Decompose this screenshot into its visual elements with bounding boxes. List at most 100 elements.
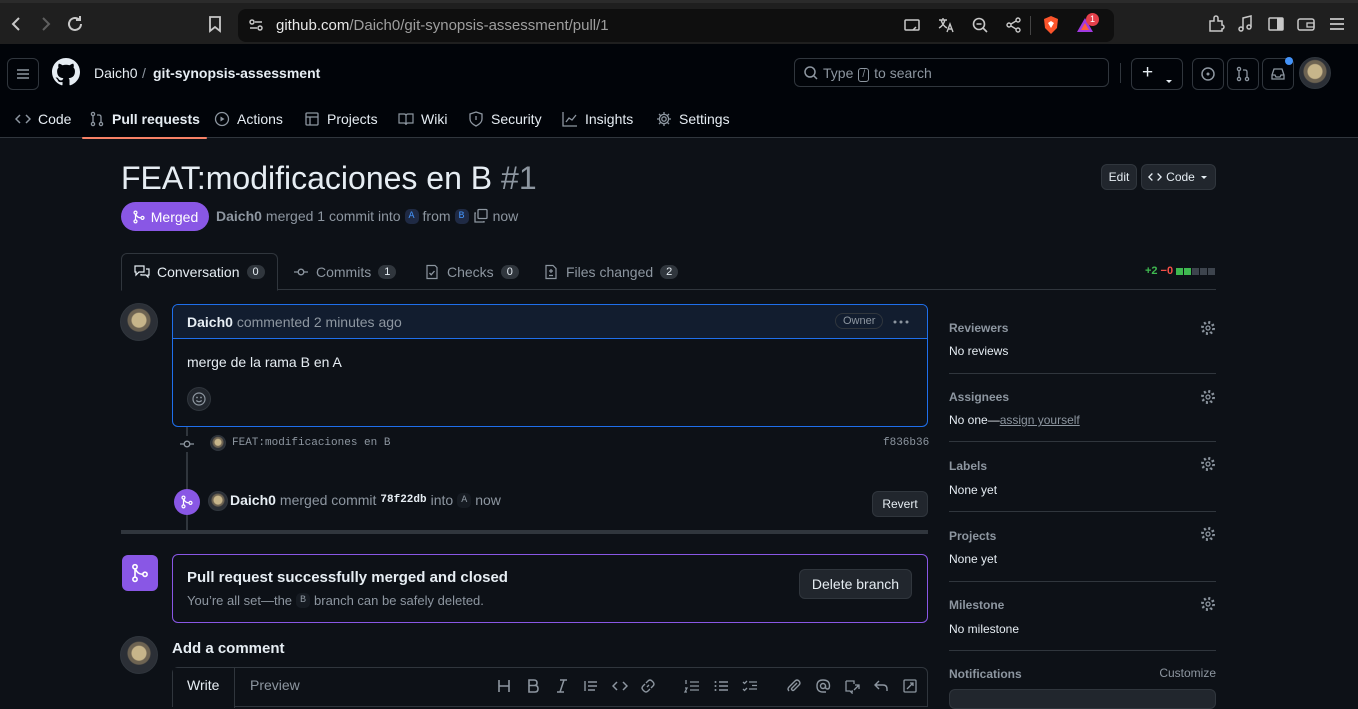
code-icon <box>1148 170 1163 184</box>
translate-icon[interactable] <box>936 15 958 37</box>
sidebar-milestone-title[interactable]: Milestone <box>949 598 1004 612</box>
tab-settings[interactable]: Settings <box>656 102 730 136</box>
edit-button[interactable]: Edit <box>1101 164 1137 190</box>
write-tab[interactable]: Write <box>173 668 235 708</box>
commit-sha[interactable]: f836b36 <box>883 437 929 449</box>
head-branch[interactable]: B <box>454 208 469 224</box>
site-settings-icon[interactable] <box>246 15 268 37</box>
commit-avatar[interactable] <box>210 435 226 451</box>
subscribe-button[interactable] <box>949 689 1216 709</box>
mention-icon[interactable] <box>815 678 831 694</box>
task-list-icon[interactable] <box>742 678 758 694</box>
zoom-icon[interactable] <box>970 15 992 37</box>
merge-branch[interactable]: A <box>457 492 472 508</box>
reload-icon[interactable] <box>64 13 86 35</box>
add-comment-title: Add a comment <box>172 640 285 657</box>
merge-status-icon <box>122 555 158 591</box>
brave-shield-icon[interactable] <box>1040 14 1062 36</box>
back-icon[interactable] <box>6 13 28 35</box>
gear-icon[interactable] <box>1200 596 1216 612</box>
merge-author[interactable]: Daich0 <box>230 492 276 508</box>
address-bar[interactable]: github.com/Daich0/git-synopsis-assessmen… <box>238 9 1114 42</box>
comment-time[interactable]: 2 minutes ago <box>314 314 402 330</box>
search-input[interactable]: Type / to search <box>794 58 1109 87</box>
bold-icon[interactable] <box>525 678 541 694</box>
forward-icon[interactable] <box>34 13 56 35</box>
code-icon[interactable] <box>612 678 628 694</box>
cast-icon[interactable] <box>902 15 924 37</box>
customize-link[interactable]: Customize <box>1159 666 1216 680</box>
comment-author[interactable]: Daich0 <box>187 314 233 330</box>
sidebar-assignees-title[interactable]: Assignees <box>949 390 1009 404</box>
share-icon[interactable] <box>1004 15 1026 37</box>
diff-stat: +2 −0 <box>1145 265 1216 277</box>
search-suffix: to search <box>874 65 932 81</box>
gear-icon[interactable] <box>1200 320 1216 336</box>
base-branch[interactable]: A <box>404 208 419 224</box>
gear-icon[interactable] <box>1200 456 1216 472</box>
merge-commit-sha[interactable]: 78f22db <box>380 494 426 506</box>
sidebar-notifications: Notifications Customize <box>949 651 1216 709</box>
breadcrumb-owner[interactable]: Daich0 <box>94 65 138 81</box>
wallet-icon[interactable] <box>1295 13 1317 35</box>
add-reaction-button[interactable] <box>187 387 211 411</box>
copy-icon[interactable] <box>473 208 489 224</box>
github-logo-icon[interactable] <box>52 58 80 86</box>
tab-checks[interactable]: Checks 0 <box>412 253 531 290</box>
fullscreen-icon[interactable] <box>902 678 918 694</box>
create-new-button[interactable]: + <box>1131 58 1183 90</box>
extensions-icon[interactable] <box>1205 13 1227 35</box>
sidebar-projects-title[interactable]: Projects <box>949 529 996 543</box>
gear-icon[interactable] <box>1200 389 1216 405</box>
tab-insights[interactable]: Insights <box>562 102 633 136</box>
issues-button[interactable] <box>1192 58 1224 90</box>
quote-icon[interactable] <box>583 678 599 694</box>
author-avatar[interactable] <box>120 303 158 341</box>
italic-icon[interactable] <box>554 678 570 694</box>
sidebar-reviewers-title[interactable]: Reviewers <box>949 321 1008 335</box>
pr-author[interactable]: Daich0 <box>216 208 262 224</box>
heading-icon[interactable] <box>496 678 512 694</box>
sidebar-toggle-icon[interactable] <box>1265 13 1287 35</box>
pull-requests-button[interactable] <box>1227 58 1259 90</box>
tab-pull-requests[interactable]: Pull requests <box>82 102 207 139</box>
unordered-list-icon[interactable] <box>713 678 729 694</box>
plus-icon: + <box>1142 62 1154 83</box>
tab-commits[interactable]: Commits 1 <box>281 253 408 290</box>
tab-projects[interactable]: Projects <box>304 102 378 136</box>
delete-branch-button[interactable]: Delete branch <box>799 569 912 599</box>
tab-security[interactable]: Security <box>468 102 542 136</box>
preview-tab[interactable]: Preview <box>250 677 300 693</box>
paperclip-icon[interactable] <box>786 678 802 694</box>
code-label: Code <box>1166 170 1195 184</box>
comment-body: merge de la rama B en A <box>187 354 342 370</box>
caret-down-icon <box>1199 172 1209 182</box>
merger-avatar[interactable] <box>208 491 228 511</box>
breadcrumb-repo[interactable]: git-synopsis-assessment <box>153 65 320 81</box>
tab-conversation[interactable]: Conversation 0 <box>121 253 278 291</box>
ordered-list-icon[interactable] <box>684 678 700 694</box>
git-commit-icon <box>179 436 195 452</box>
code-dropdown-button[interactable]: Code <box>1141 164 1216 190</box>
tab-wiki[interactable]: Wiki <box>398 102 447 136</box>
link-icon[interactable] <box>640 678 656 694</box>
gear-icon[interactable] <box>1200 526 1216 542</box>
browser-menu-icon[interactable] <box>1326 13 1348 35</box>
commit-message[interactable]: FEAT:modificaciones en B <box>232 437 390 449</box>
tab-actions[interactable]: Actions <box>214 102 283 136</box>
tab-files-changed[interactable]: Files changed 2 <box>531 253 690 290</box>
tab-label: Projects <box>327 111 378 127</box>
sidebar-assignees-value: No one—assign yourself <box>949 413 1080 427</box>
user-avatar[interactable] <box>1299 57 1331 89</box>
bookmark-icon[interactable] <box>204 13 226 35</box>
book-icon <box>398 111 414 127</box>
sidebar-labels-title[interactable]: Labels <box>949 459 987 473</box>
tab-code[interactable]: Code <box>15 102 71 136</box>
revert-button[interactable]: Revert <box>872 491 928 517</box>
menu-button[interactable] <box>7 58 39 90</box>
media-icon[interactable] <box>1235 13 1257 35</box>
assign-yourself-link[interactable]: assign yourself <box>1000 413 1080 427</box>
cross-reference-icon[interactable] <box>844 678 860 694</box>
reply-icon[interactable] <box>873 678 889 694</box>
kebab-horizontal-icon[interactable] <box>892 314 910 330</box>
